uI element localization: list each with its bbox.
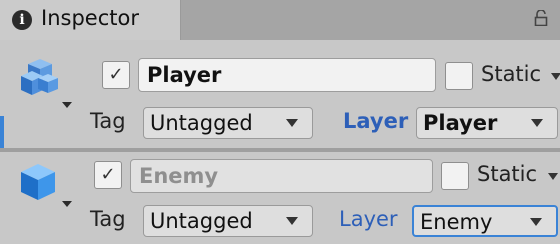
tab-inspector[interactable]: i Inspector (0, 0, 181, 40)
icon-dropdown-arrow-icon[interactable] (62, 201, 72, 207)
active-checkbox[interactable]: ✓ (102, 61, 130, 89)
icon-dropdown-arrow-icon[interactable] (62, 102, 72, 108)
layer-label: Layer (343, 109, 409, 133)
chevron-down-icon (286, 119, 298, 127)
active-checkbox[interactable]: ✓ (94, 161, 122, 189)
tag-label: Tag (90, 207, 126, 231)
gameobject-header-player: ✓ Player Static Tag Untagged Layer Playe… (0, 40, 560, 148)
lock-icon[interactable] (534, 10, 548, 26)
tag-dropdown[interactable]: Untagged (143, 107, 313, 139)
object-name-field[interactable]: Player (138, 58, 436, 92)
chevron-down-icon (531, 119, 543, 127)
layer-dropdown[interactable]: Enemy (412, 205, 558, 237)
tab-label: Inspector (41, 6, 139, 30)
layer-value: Player (423, 111, 498, 135)
static-checkbox[interactable] (441, 162, 469, 190)
static-dropdown-arrow-icon[interactable] (548, 173, 558, 180)
inspector-tab-bar: i Inspector (0, 0, 560, 40)
static-checkbox[interactable] (445, 62, 473, 90)
multi-cube-icon[interactable] (18, 55, 62, 105)
layer-value: Enemy (420, 210, 493, 234)
static-label[interactable]: Static (477, 162, 537, 186)
object-name-field[interactable]: Enemy (130, 159, 433, 193)
tag-label: Tag (90, 109, 126, 133)
cube-icon[interactable] (18, 158, 62, 208)
gameobject-header-enemy: ✓ Enemy Static Tag Untagged Layer Enemy (0, 152, 560, 244)
layer-dropdown[interactable]: Player (416, 107, 558, 139)
selection-indicator (0, 116, 4, 148)
chevron-down-icon (530, 218, 542, 226)
chevron-down-icon (286, 217, 298, 225)
info-icon: i (12, 10, 32, 30)
tag-dropdown[interactable]: Untagged (143, 205, 313, 237)
static-label[interactable]: Static (481, 62, 541, 86)
tag-value: Untagged (150, 209, 253, 233)
static-dropdown-arrow-icon[interactable] (551, 73, 560, 80)
layer-label: Layer (339, 207, 398, 231)
tag-value: Untagged (150, 111, 253, 135)
